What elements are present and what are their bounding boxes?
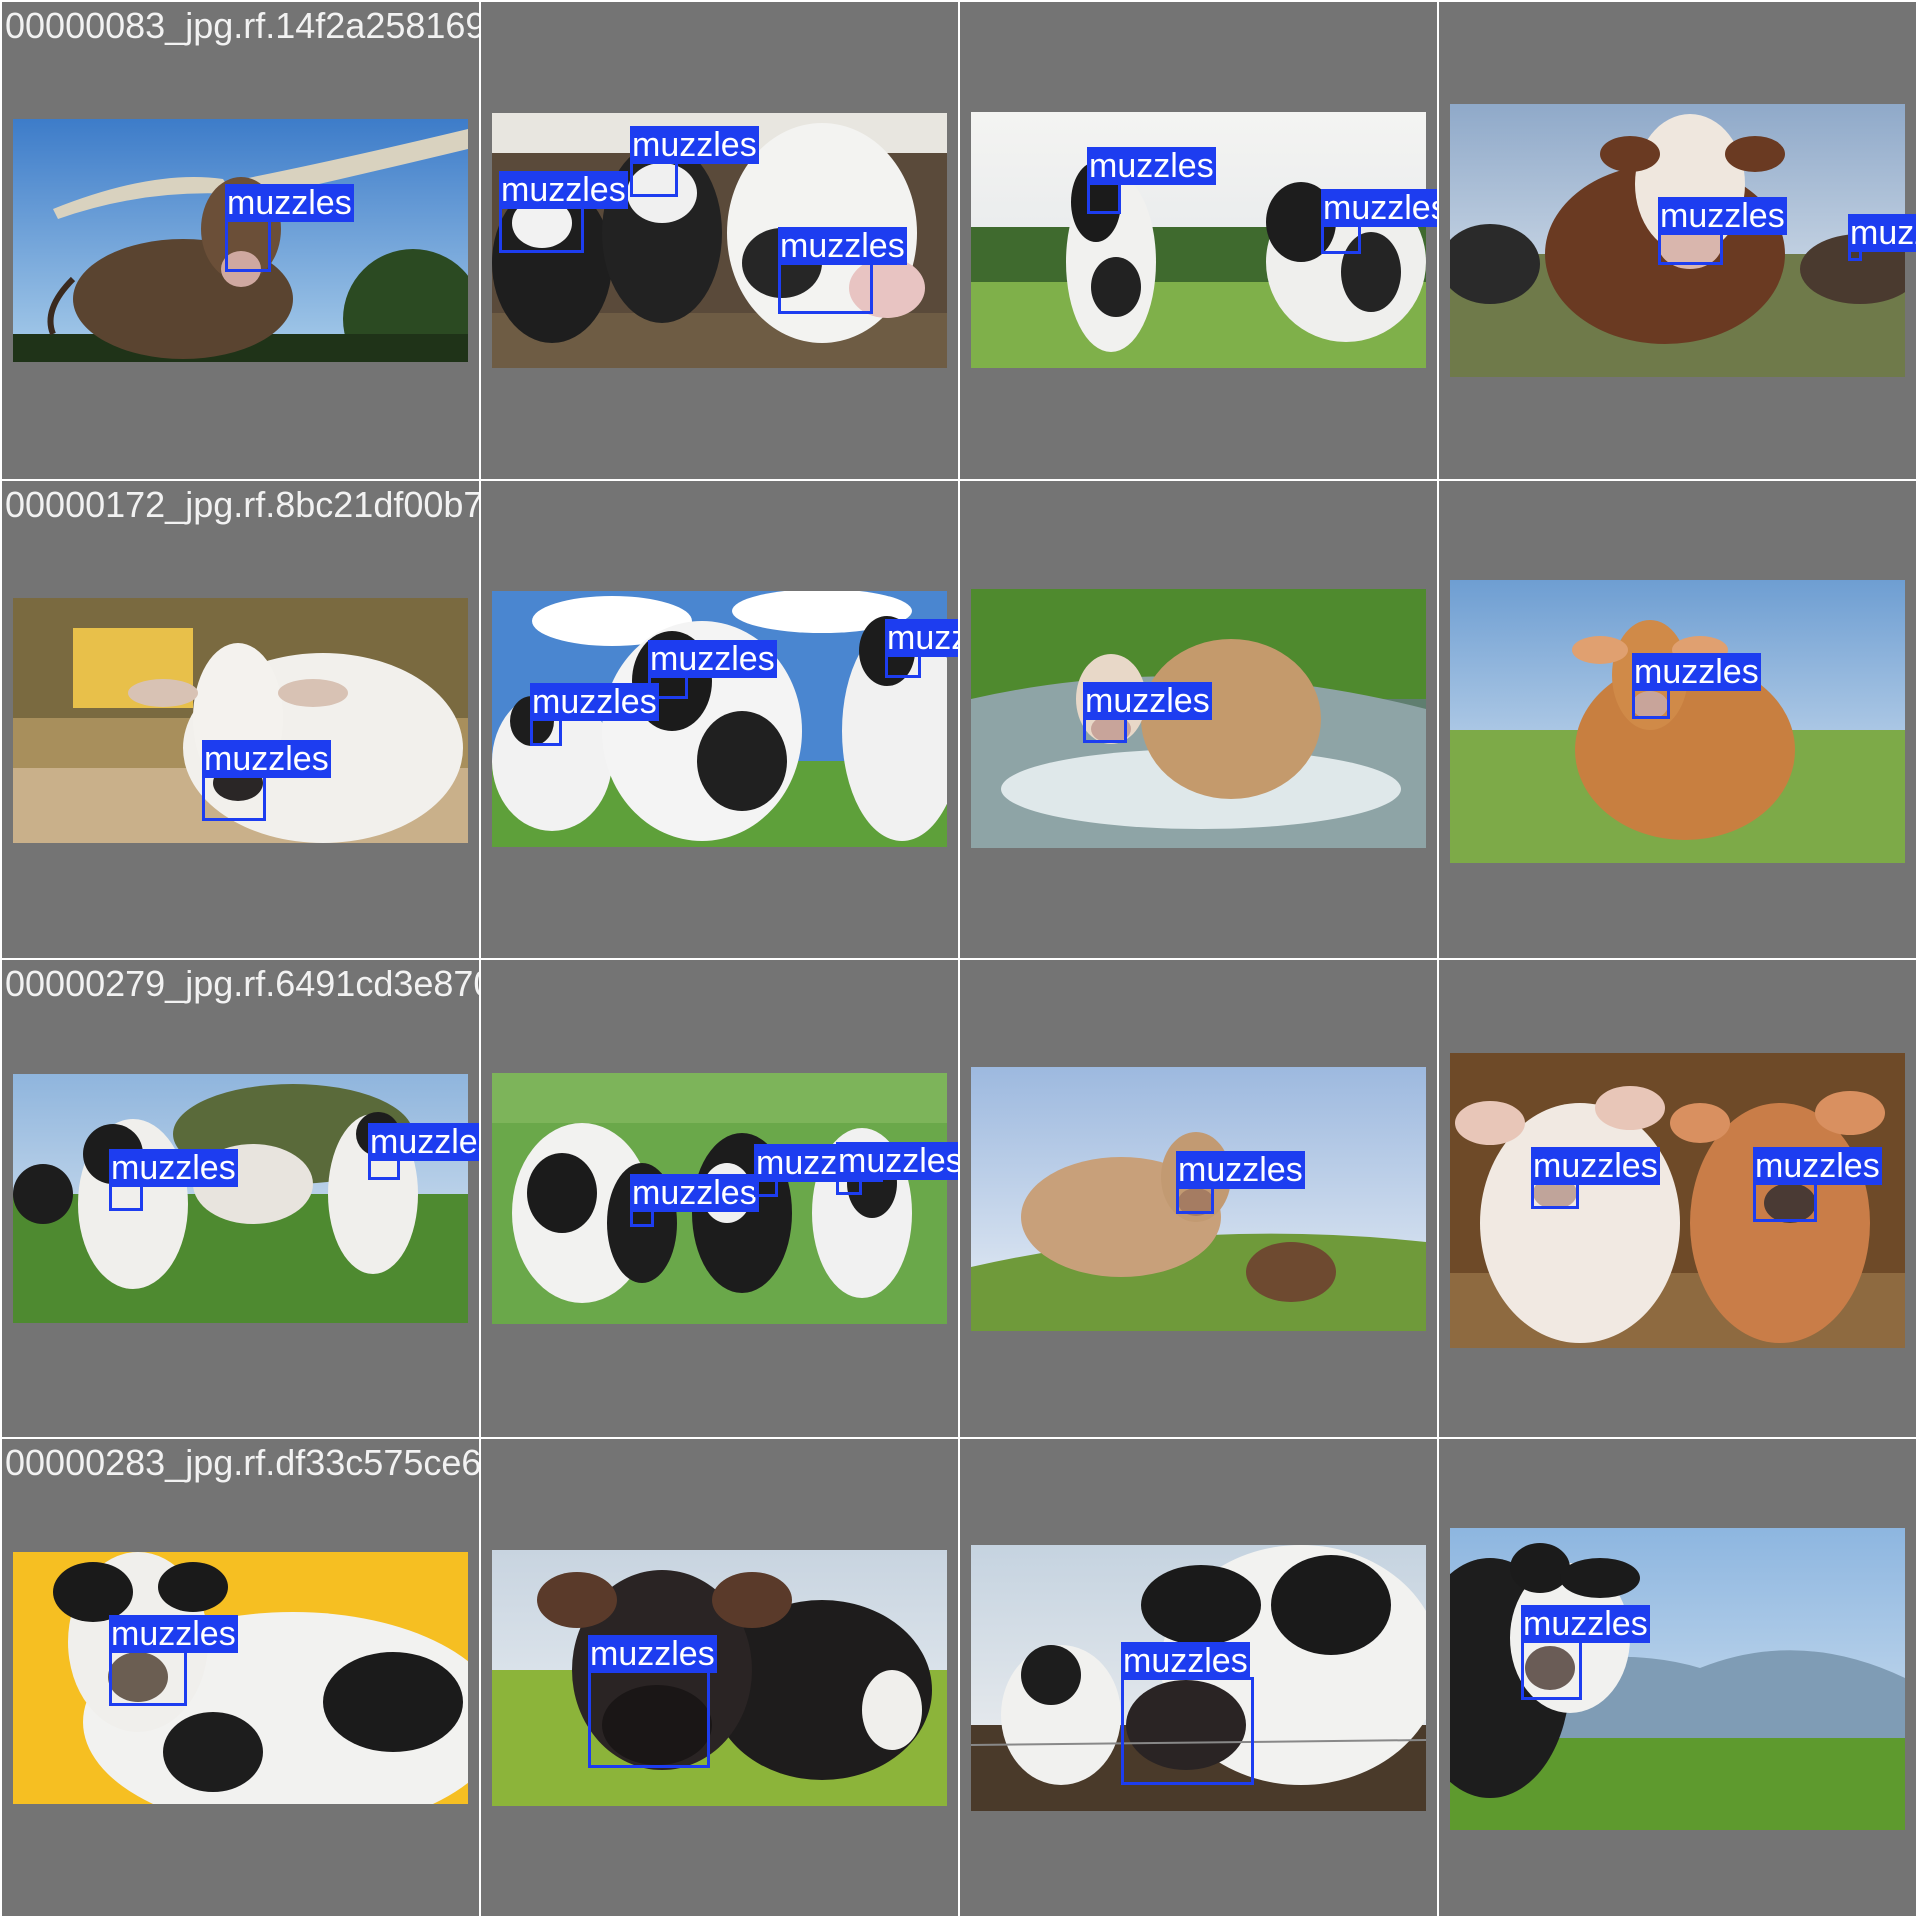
tile-photo: muzzles muzzles [971,112,1437,368]
tile-8: muzzles [1439,481,1916,958]
tile-photo: muzzles muzzles [1450,104,1916,377]
tile-photo: muzzles [971,1067,1426,1331]
brown-calf-grass-photo [1450,580,1905,863]
box-label: muzzles [1176,1151,1305,1189]
tile-7: muzzles [960,481,1437,958]
cow-mountain-meadow-photo [1450,1528,1905,1830]
tile-3: muzzles muzzles [960,2,1437,479]
box-label: muzzles [648,640,777,678]
tile-photo: muzzles [971,589,1426,848]
tile-12: muzzles muzzles [1439,960,1916,1437]
box-label: muzzles [1753,1147,1882,1185]
muzzle-box: muzzles [588,1635,717,1768]
box-label: muzzles [1087,147,1216,185]
holsteins-meadow-trees-photo [13,1074,468,1323]
tile-5: 00000172_jpg.rf.8bc21df00b75d53123_3f27f… [2,481,479,958]
muzzle-box: muzzles [1087,147,1216,214]
tile-4: muzzles muzzles [1439,2,1916,479]
muzzle-box: muzzles [1848,214,1916,261]
tile-13: 00000283_jpg.rf.df33c575ce60b0b0f342_0f0… [2,1439,479,1916]
tile-title: 00000283_jpg.rf.df33c575ce60b0b0f342_0f0… [5,1442,479,1483]
muzzle-box: muzzles [630,126,759,197]
box-label: muzzles [1531,1147,1660,1185]
muzzle-box: muzzles [499,171,628,253]
muzzle-box: muzzles [1521,1605,1650,1700]
box-label: muzzles [1083,682,1212,720]
tile-photo: muzzles muzzles [1450,1053,1905,1348]
muzzle-box: muzzles [1321,189,1437,254]
muzzle-box: muzzles [1632,653,1761,719]
tile-photo: muzzles [13,119,468,362]
box-label: muzzles [109,1615,238,1653]
tile-photo: muzzles muzzles muzzles [492,1073,958,1324]
muzzle-box: muzzles [225,184,354,272]
box-label: muzzles [588,1635,717,1673]
tile-title: 00000083_jpg.rf.14f2a25816900d0b2b4_0g3f… [5,5,479,46]
muzzle-box: muzzles [1083,682,1212,743]
tile-photo: muzzles [492,1550,947,1806]
box-label: muzzles [225,184,354,222]
muzzle-box: muzzles [202,740,331,821]
box-label: muzzles [1848,214,1916,252]
box-label: muzzles [368,1123,479,1161]
muzzle-box: muzzles [1531,1147,1660,1209]
tile-photo: muzzles muzzles muzzles [492,113,947,368]
tile-photo: muzzles muzzles muzzles [492,591,958,847]
box-label: muzzles [885,619,958,657]
tile-1: 00000083_jpg.rf.14f2a25816900d0b2b4_0g3f… [2,2,479,479]
box-label: muzzles [1321,189,1437,227]
holstein-yellow-backdrop-photo [13,1552,468,1804]
two-calves-barn-photo [1450,1053,1905,1348]
box-label: muzzles [1521,1605,1650,1643]
tile-photo: muzzles muzzles [13,1074,479,1323]
muzzle-box: muzzles [1658,197,1787,265]
tile-6: muzzles muzzles muzzles [481,481,958,958]
tile-10: muzzles muzzles muzzles [481,960,958,1437]
muzzle-box: muzzles [630,1174,759,1227]
box-label: muzzles [499,171,628,209]
tile-11: muzzles [960,960,1437,1437]
muzzle-box: muzzles [530,683,659,746]
box-label: muzzles [1121,1642,1250,1680]
muzzle-box: muzzles [368,1123,479,1180]
detection-mosaic: 00000083_jpg.rf.14f2a25816900d0b2b4_0g3f… [0,0,1920,1920]
muzzle-box: muzzles [754,1144,883,1197]
muzzle-box: muzzles [1121,1642,1254,1785]
box-label: muzzles [530,683,659,721]
muzzle-box: muzzles [885,619,958,678]
tile-photo: muzzles [13,1552,468,1804]
box-label: muzzles [836,1142,958,1180]
tile-photo: muzzles [971,1545,1426,1811]
tile-title: 00000279_jpg.rf.6491cd3e87028c9744_2348f… [5,963,479,1004]
box-label: muzzles [630,1174,759,1212]
muzzle-box: muzzles [836,1142,958,1195]
tile-photo: muzzles [1450,1528,1905,1830]
tile-2: muzzles muzzles muzzles [481,2,958,479]
muzzle-box: muzzles [1176,1151,1305,1214]
box-label: muzzles [1632,653,1761,691]
tile-photo: muzzles [13,598,468,843]
muzzle-box: muzzles [109,1149,238,1211]
box-label: muzzles [202,740,331,778]
tile-9: 00000279_jpg.rf.6491cd3e87028c9744_2348f… [2,960,479,1437]
box-label: muzzles [109,1149,238,1187]
tile-16: muzzles [1439,1439,1916,1916]
box-label: muzzles [778,227,907,265]
tile-title: 00000172_jpg.rf.8bc21df00b75d53123_3f27f… [5,484,479,525]
box-label: muzzles [630,126,759,164]
muzzle-box: muzzles [778,227,907,314]
black-calf-closeup-photo [492,1550,947,1806]
tile-photo: muzzles [1450,580,1905,863]
muzzle-box: muzzles [109,1615,238,1706]
box-label: muzzles [1658,197,1787,235]
tile-15: muzzles [960,1439,1437,1916]
muzzle-box: muzzles [1753,1147,1882,1222]
tile-14: muzzles [481,1439,958,1916]
